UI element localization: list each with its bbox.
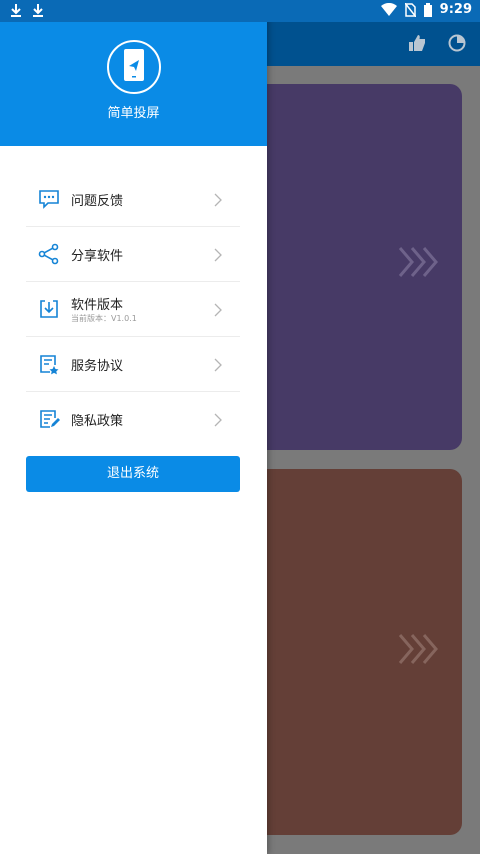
chevron-right-icon xyxy=(214,247,222,266)
battery-icon xyxy=(423,2,432,17)
menu-item-label: 软件版本 xyxy=(71,298,124,313)
menu-item-label: 服务协议 xyxy=(71,359,124,374)
menu-item-label: 分享软件 xyxy=(71,249,124,264)
app-name: 简单投屏 xyxy=(107,106,160,121)
current-version: 当前版本：V1.0.1 xyxy=(71,314,137,323)
version-icon xyxy=(38,298,60,320)
chevron-right-icon xyxy=(214,357,222,376)
chevron-right-icon xyxy=(214,412,222,431)
thumb-up-icon[interactable] xyxy=(408,34,426,56)
drawer-menu: 问题反馈 分享软件 软件版本 当前版本：V1.0.1 服务协议 隐私政策 xyxy=(26,172,240,446)
chevrons-right-icon xyxy=(398,633,440,669)
no-sim-icon xyxy=(404,2,416,17)
background-card[interactable] xyxy=(250,469,462,835)
navigation-drawer: 简单投屏 问题反馈 分享软件 软件版本 当前版本：V1.0.1 服务协议 隐私政… xyxy=(0,0,267,854)
chevrons-right-icon xyxy=(398,246,440,282)
menu-item-label: 问题反馈 xyxy=(71,194,124,209)
chevron-right-icon xyxy=(214,302,222,321)
background-card[interactable] xyxy=(250,84,462,450)
menu-item-version[interactable]: 软件版本 当前版本：V1.0.1 xyxy=(26,282,240,337)
wifi-icon xyxy=(380,3,397,16)
menu-item-privacy[interactable]: 隐私政策 xyxy=(26,392,240,446)
feedback-icon xyxy=(38,188,60,210)
agreement-icon xyxy=(38,353,60,375)
status-bar: 9:29 xyxy=(0,0,480,22)
menu-item-share[interactable]: 分享软件 xyxy=(26,227,240,282)
menu-item-agreement[interactable]: 服务协议 xyxy=(26,337,240,392)
app-logo xyxy=(107,40,161,94)
menu-item-label: 隐私政策 xyxy=(71,414,124,429)
download-icon xyxy=(32,3,44,17)
phone-send-icon xyxy=(124,49,144,85)
menu-item-feedback[interactable]: 问题反馈 xyxy=(26,172,240,227)
drawer-header: 简单投屏 xyxy=(0,22,267,146)
clock: 9:29 xyxy=(439,2,472,17)
privacy-icon xyxy=(38,408,60,430)
logout-button[interactable]: 退出系统 xyxy=(26,456,240,492)
chevron-right-icon xyxy=(214,192,222,211)
pie-chart-icon[interactable] xyxy=(448,34,466,56)
download-icon xyxy=(10,3,22,17)
share-icon xyxy=(38,243,60,265)
